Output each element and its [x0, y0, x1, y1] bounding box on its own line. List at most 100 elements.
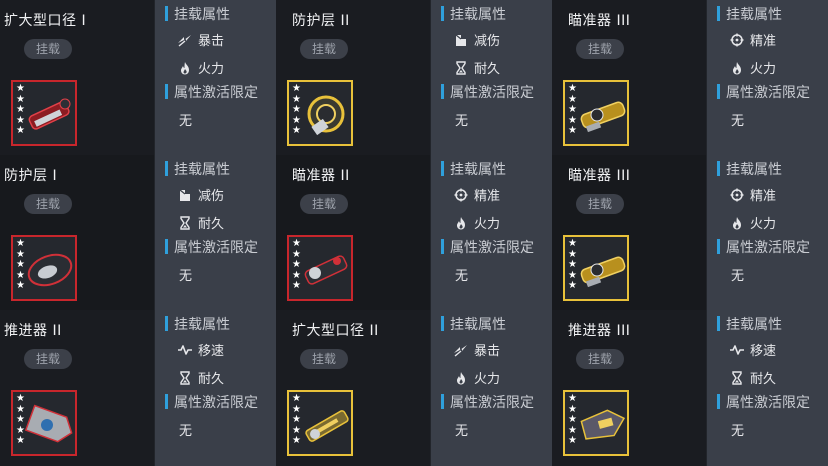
mount-attr-title: 挂载属性: [441, 159, 506, 179]
star-icon: ★: [292, 414, 301, 425]
star-icon: ★: [568, 125, 577, 136]
fire-icon: [453, 216, 469, 230]
module-icon-frame[interactable]: ★ ★ ★ ★ ★: [11, 235, 77, 301]
mount-attr-title: 挂载属性: [717, 159, 782, 179]
attribute-row: 精准: [729, 185, 776, 204]
fire-icon: [729, 61, 745, 75]
module-card-2[interactable]: 瞄准器 III 挂载 ★ ★ ★ ★ ★: [552, 0, 707, 155]
thruster-gold-icon: [580, 409, 626, 440]
activation-limit-title: 属性激活限定: [165, 82, 258, 102]
activation-limit-value: 无: [179, 114, 193, 129]
module-name: 扩大型口径 I: [4, 13, 87, 29]
star-icon: ★: [568, 280, 577, 291]
mount-button[interactable]: 挂载: [300, 194, 348, 214]
mount-button[interactable]: 挂载: [300, 39, 348, 59]
module-icon-frame[interactable]: ★ ★ ★ ★ ★: [287, 80, 353, 146]
attribute-row: 减伤: [453, 30, 500, 49]
activation-limit-title: 属性激活限定: [717, 392, 810, 412]
mount-button[interactable]: 挂载: [300, 349, 348, 369]
attribute-label: 移速: [198, 344, 225, 359]
module-grid: 扩大型口径 I 挂载 ★ ★ ★ ★ ★ 挂载属性 暴击 火力 属性激活限定 无 防护层…: [0, 0, 828, 466]
fire-icon: [453, 371, 469, 385]
activation-limit-title: 属性激活限定: [165, 237, 258, 257]
activation-limit-value: 无: [179, 269, 193, 284]
module-attributes-panel: 挂载属性 精准 火力 属性激活限定 无: [707, 155, 828, 310]
attribute-row: 暴击: [177, 30, 224, 49]
attribute-row: 减伤: [177, 185, 224, 204]
module-card-3[interactable]: 防护层 I 挂载 ★ ★ ★ ★ ★: [0, 155, 155, 310]
mount-attr-title: 挂载属性: [165, 159, 230, 179]
module-card-7[interactable]: 扩大型口径 II 挂载 ★ ★ ★ ★ ★: [276, 310, 431, 466]
module-card-0[interactable]: 扩大型口径 I 挂载 ★ ★ ★ ★ ★: [0, 0, 155, 155]
activation-limit-value: 无: [179, 424, 193, 439]
attribute-label: 精准: [750, 189, 777, 204]
damage-reduction-icon: [177, 188, 193, 202]
module-name: 瞄准器 III: [568, 13, 631, 29]
scope-gold-icon: [580, 101, 626, 133]
module-attributes-panel: 挂载属性 减伤 耐久 属性激活限定 无: [155, 155, 276, 310]
mount-button[interactable]: 挂载: [576, 349, 624, 369]
module-icon-frame[interactable]: ★ ★ ★ ★ ★: [563, 80, 629, 146]
attribute-row: 移速: [177, 340, 224, 359]
star-icon: ★: [16, 259, 25, 270]
attribute-row: 移速: [729, 340, 776, 359]
mount-button[interactable]: 挂载: [24, 194, 72, 214]
star-icon: ★: [16, 393, 25, 404]
module-name: 推进器 II: [4, 323, 62, 339]
rarity-stars: ★ ★ ★ ★ ★: [292, 393, 301, 447]
star-icon: ★: [292, 435, 301, 446]
mount-button[interactable]: 挂载: [576, 194, 624, 214]
attribute-label: 精准: [750, 34, 777, 49]
crosshair-icon: [729, 33, 745, 47]
star-icon: ★: [568, 414, 577, 425]
module-name: 瞄准器 II: [292, 168, 350, 184]
star-icon: ★: [16, 83, 25, 94]
module-icon-frame[interactable]: ★ ★ ★ ★ ★: [563, 235, 629, 301]
star-icon: ★: [16, 414, 25, 425]
activation-limit-title: 属性激活限定: [165, 392, 258, 412]
activation-limit-title: 属性激活限定: [441, 392, 534, 412]
attribute-row: 耐久: [453, 58, 500, 77]
attribute-row: 耐久: [177, 368, 224, 387]
attribute-label: 火力: [750, 62, 777, 77]
module-attributes-panel: 挂载属性 精准 火力 属性激活限定 无: [431, 155, 552, 310]
star-icon: ★: [16, 280, 25, 291]
hourglass-icon: [729, 370, 745, 385]
module-card-1[interactable]: 防护层 II 挂载 ★ ★ ★ ★ ★: [276, 0, 431, 155]
star-icon: ★: [292, 238, 301, 249]
activation-limit-value: 无: [455, 424, 469, 439]
mount-attr-title: 挂载属性: [441, 314, 506, 334]
mount-button[interactable]: 挂载: [576, 39, 624, 59]
rarity-stars: ★ ★ ★ ★ ★: [292, 238, 301, 292]
module-icon-frame[interactable]: ★ ★ ★ ★ ★: [11, 80, 77, 146]
crosshair-icon: [729, 188, 745, 202]
module-attributes-panel: 挂载属性 精准 火力 属性激活限定 无: [707, 0, 828, 155]
star-icon: ★: [568, 435, 577, 446]
scope-gold-icon: [580, 256, 626, 288]
mount-button[interactable]: 挂载: [24, 39, 72, 59]
rarity-stars: ★ ★ ★ ★ ★: [568, 393, 577, 447]
shield-gold-icon: [307, 95, 345, 136]
crosshair-icon: [453, 188, 469, 202]
module-icon-frame[interactable]: ★ ★ ★ ★ ★: [563, 390, 629, 456]
activation-limit-value: 无: [455, 114, 469, 129]
module-icon-frame[interactable]: ★ ★ ★ ★ ★: [287, 235, 353, 301]
mount-button[interactable]: 挂载: [24, 349, 72, 369]
activation-limit-title: 属性激活限定: [441, 237, 534, 257]
module-icon-frame[interactable]: ★ ★ ★ ★ ★: [11, 390, 77, 456]
module-card-8[interactable]: 推进器 III 挂载 ★ ★ ★ ★ ★: [552, 310, 707, 466]
module-card-4[interactable]: 瞄准器 II 挂载 ★ ★ ★ ★ ★: [276, 155, 431, 310]
speed-icon: [177, 343, 193, 357]
mount-attr-title: 挂载属性: [441, 4, 506, 24]
module-icon-frame[interactable]: ★ ★ ★ ★ ★: [287, 390, 353, 456]
attribute-label: 移速: [750, 344, 777, 359]
barrel-gold-icon: [305, 410, 349, 442]
module-attributes-panel: 挂载属性 移速 耐久 属性激活限定 无: [707, 310, 828, 466]
attribute-row: 暴击: [453, 340, 500, 359]
fire-icon: [729, 216, 745, 230]
module-card-5[interactable]: 瞄准器 III 挂载 ★ ★ ★ ★ ★: [552, 155, 707, 310]
module-card-6[interactable]: 推进器 II 挂载 ★ ★ ★ ★ ★: [0, 310, 155, 466]
attribute-label: 减伤: [198, 189, 225, 204]
attribute-row: 耐久: [177, 213, 224, 232]
attribute-row: 火力: [729, 213, 776, 232]
